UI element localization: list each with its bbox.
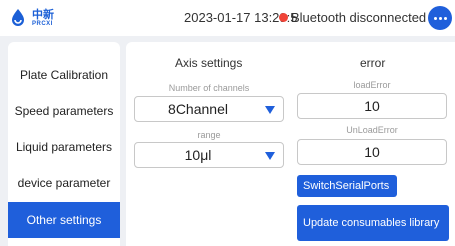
update-consumables-library-button[interactable]: Update consumables library bbox=[297, 205, 449, 241]
top-bar: 中新 PRCXI 2023-01-17 13:29:5 Bluetooth di… bbox=[0, 0, 455, 36]
more-button[interactable] bbox=[428, 6, 452, 30]
channels-label: Number of channels bbox=[168, 83, 250, 93]
channels-value: 8Channel bbox=[168, 101, 228, 117]
range-value: 10μl bbox=[184, 147, 212, 163]
dropdown-triangle-icon bbox=[265, 106, 275, 114]
logo-icon bbox=[12, 9, 24, 26]
sidebar: Plate Calibration Speed parameters Liqui… bbox=[8, 42, 120, 246]
sidebar-item-speed-parameters[interactable]: Speed parameters bbox=[8, 93, 120, 129]
unload-error-label: UnLoadError bbox=[346, 125, 398, 135]
sidebar-item-device-parameter[interactable]: device parameter bbox=[8, 165, 120, 201]
sidebar-item-label: Other settings bbox=[26, 213, 102, 227]
sidebar-item-liquid-parameters[interactable]: Liquid parameters bbox=[8, 129, 120, 165]
sidebar-item-other-settings[interactable]: Other settings bbox=[8, 202, 120, 238]
sidebar-item-label: Speed parameters bbox=[14, 104, 114, 118]
axis-settings-title: Axis settings bbox=[175, 56, 243, 70]
load-error-label: loadError bbox=[353, 80, 391, 90]
status-dot-icon bbox=[279, 13, 288, 22]
error-title: error bbox=[360, 56, 386, 70]
logo-text-en: PRCXI bbox=[32, 21, 53, 27]
sidebar-item-label: Plate Calibration bbox=[19, 68, 109, 82]
settings-panel: Axis settings Number of channels 8Channe… bbox=[126, 42, 455, 246]
unload-error-input[interactable]: 10 bbox=[297, 139, 447, 165]
sidebar-item-label: device parameter bbox=[17, 176, 111, 190]
load-error-input[interactable]: 10 bbox=[297, 93, 447, 119]
bluetooth-status: Bluetooth disconnected bbox=[291, 10, 427, 25]
sidebar-item-plate-calibration[interactable]: Plate Calibration bbox=[8, 57, 120, 93]
range-label: range bbox=[197, 130, 221, 140]
brand-logo: 中新 PRCXI bbox=[8, 8, 54, 28]
channels-select[interactable]: 8Channel bbox=[134, 96, 284, 122]
range-select[interactable]: 10μl bbox=[134, 142, 284, 168]
sidebar-item-label: Liquid parameters bbox=[15, 140, 113, 154]
dropdown-triangle-icon bbox=[265, 152, 275, 160]
switch-serial-ports-button[interactable]: SwitchSerialPorts bbox=[297, 175, 397, 197]
logo-text-cn: 中新 bbox=[32, 8, 54, 21]
more-horizontal-icon bbox=[433, 16, 437, 20]
